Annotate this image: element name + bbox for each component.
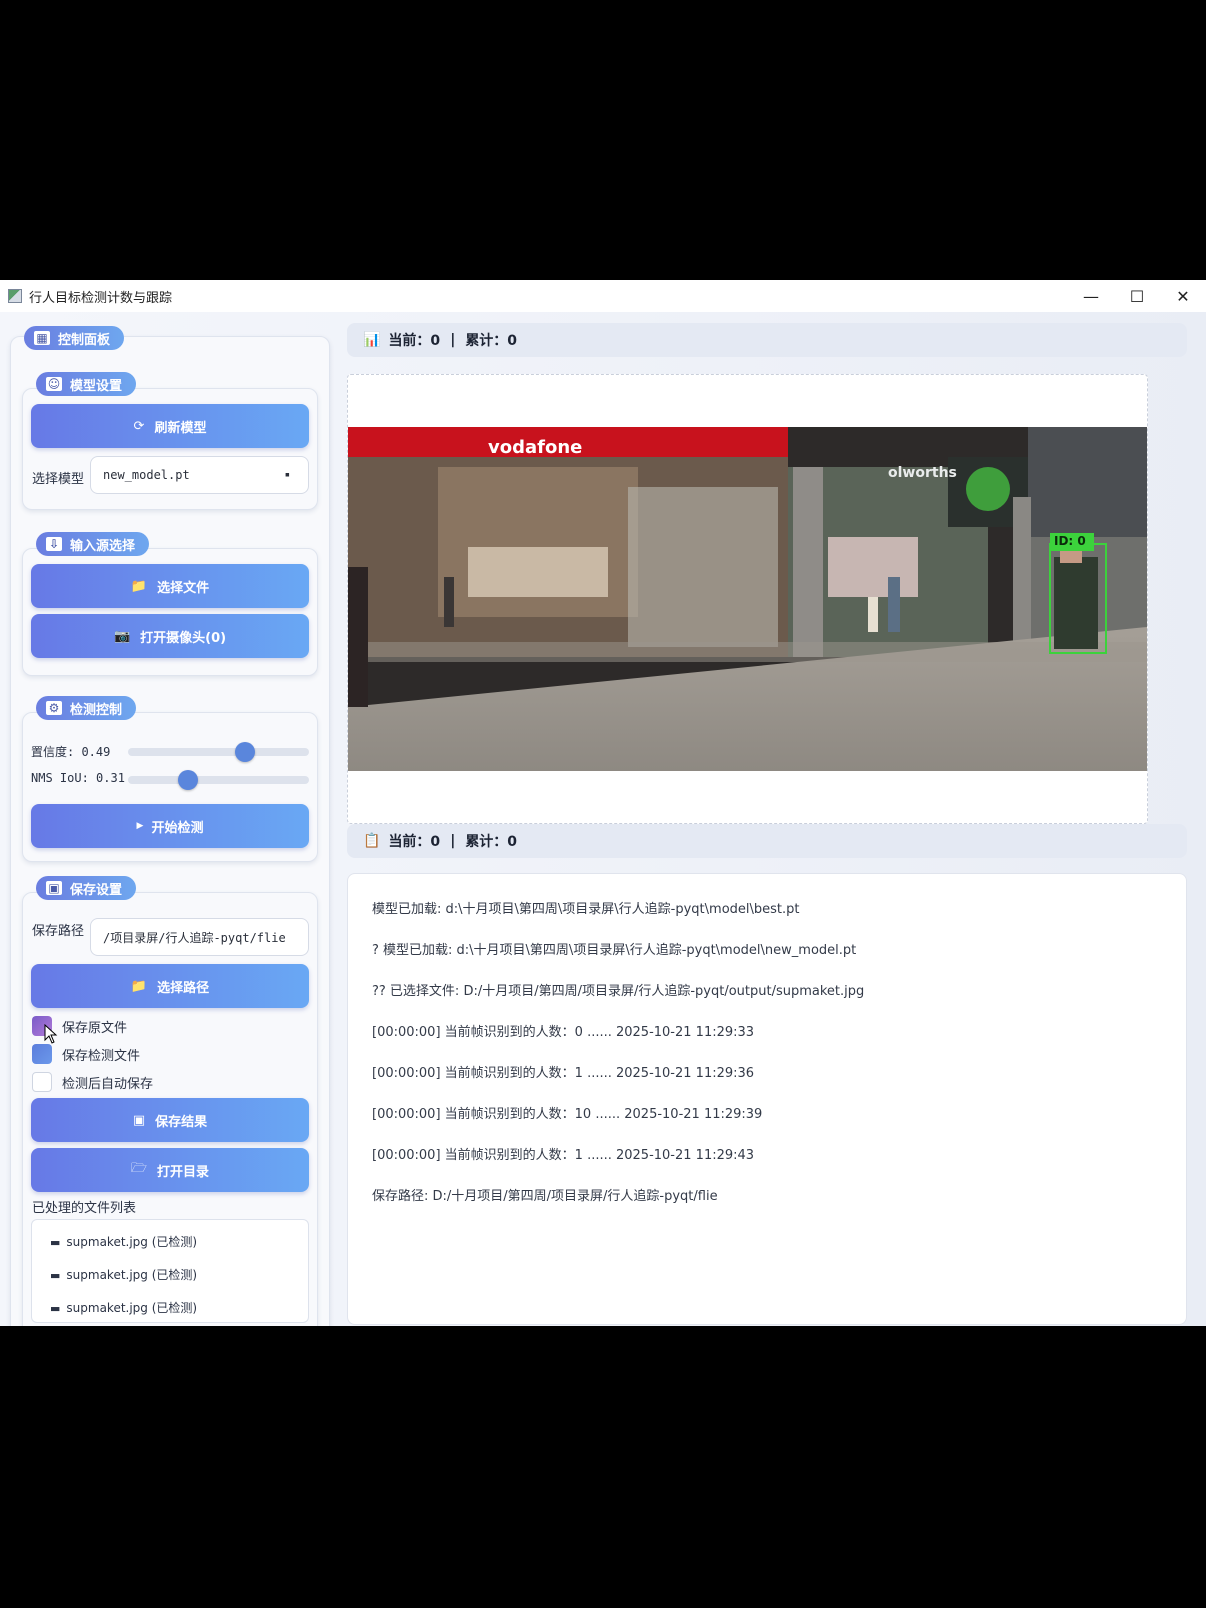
save-path-value: /项目录屏/行人追踪-pyqt/flie (103, 930, 286, 945)
log-line: [00:00:00] 当前帧识别到的人数：10 ...... 2025-10-2… (372, 1107, 763, 1122)
floppy-icon: ▣ (46, 881, 62, 895)
image-file-icon: ▬ (50, 1269, 61, 1282)
input-icon: ⇩ (46, 537, 62, 551)
refresh-model-label: 刷新模型 (154, 420, 207, 436)
control-panel-title: ▦ 控制面板 (24, 326, 125, 350)
input-source-label: 输入源选择 (70, 538, 136, 554)
log-line: ?? 已选择文件: D:/十月项目/第四周/项目录屏/行人追踪-pyqt/out… (372, 984, 865, 999)
nms-slider[interactable] (128, 776, 309, 784)
mouse-cursor-icon (44, 1024, 58, 1044)
log-line: 模型已加载: d:\十月项目\第四周\项目录屏\行人追踪-pyqt\model\… (372, 902, 800, 917)
model-settings-title: ☺ 模型设置 (36, 372, 137, 396)
select-path-label: 选择路径 (157, 980, 210, 996)
store-sign: vodafone (488, 437, 583, 458)
refresh-icon: ⟳ (133, 418, 145, 434)
video-frame: vodafone olworths ID: 0 (348, 427, 1147, 771)
stats-bar-bottom: 📋 当前：0 | 累计：0 (347, 824, 1187, 858)
open-camera-label: 打开摄像头(0) (140, 630, 227, 646)
maximize-button[interactable]: ☐ (1114, 280, 1160, 312)
auto-save-checkbox[interactable] (32, 1072, 52, 1092)
total-count: 累计：0 (465, 834, 518, 850)
save-settings-title: ▣ 保存设置 (36, 876, 137, 900)
save-path-label: 保存路径 (32, 924, 85, 939)
control-panel-label: 控制面板 (58, 332, 111, 348)
open-directory-button[interactable]: 🗁 打开目录 (31, 1148, 309, 1192)
app-icon (8, 289, 22, 303)
close-button[interactable]: ✕ (1160, 280, 1206, 312)
auto-save-label: 检测后自动保存 (62, 1077, 154, 1092)
detection-control-title: ⚙ 检测控制 (36, 696, 137, 720)
title-bar: 行人目标检测计数与跟踪 — ☐ ✕ (0, 280, 1206, 312)
save-original-label: 保存原文件 (62, 1021, 128, 1036)
save-results-button[interactable]: ▣ 保存结果 (31, 1098, 309, 1142)
start-detection-label: 开始检测 (151, 820, 204, 836)
video-scene (348, 427, 1147, 771)
play-icon: ▶ (136, 821, 144, 831)
image-file-icon: ▬ (50, 1302, 61, 1315)
select-file-label: 选择文件 (157, 580, 210, 596)
current-count: 当前：0 (388, 333, 441, 349)
window-title: 行人目标检测计数与跟踪 (29, 290, 173, 306)
open-camera-button[interactable]: 📷 打开摄像头(0) (31, 614, 309, 658)
model-select[interactable]: new_model.pt ▪ (90, 456, 309, 494)
log-line: 保存路径: D:/十月项目/第四周/项目录屏/行人追踪-pyqt/flie (372, 1189, 718, 1204)
stats-separator: | (450, 833, 456, 849)
minimize-button[interactable]: — (1068, 280, 1114, 312)
stats-separator: | (450, 332, 456, 348)
save-results-label: 保存结果 (155, 1114, 208, 1130)
file-name: supmaket.jpg (已检测) (66, 1301, 198, 1315)
dropdown-icon: ▪ (284, 470, 290, 480)
list-item[interactable]: ▬ supmaket.jpg (已检测) (50, 1266, 197, 1283)
select-path-button[interactable]: 📁 选择路径 (31, 964, 309, 1008)
list-item[interactable]: ▬ supmaket.jpg (已检测) (50, 1233, 197, 1250)
log-panel: 模型已加载: d:\十月项目\第四周\项目录屏\行人追踪-pyqt\model\… (347, 873, 1187, 1325)
nms-label: NMS IoU: 0.31 (31, 771, 125, 785)
current-count: 当前：0 (388, 834, 441, 850)
list-item[interactable]: ▬ supmaket.jpg (已检测) (50, 1299, 197, 1316)
processed-list-label: 已处理的文件列表 (32, 1201, 137, 1216)
folder-icon: 📁 (130, 978, 148, 994)
bar-chart-icon: 📊 (363, 332, 381, 348)
clipboard-icon: 📋 (363, 833, 381, 849)
nms-slider-handle[interactable] (177, 770, 198, 790)
total-count: 累计：0 (465, 333, 518, 349)
save-detection-label: 保存检测文件 (62, 1049, 141, 1064)
detection-control-label: 检测控制 (70, 702, 123, 718)
camera-icon: 📷 (113, 628, 131, 644)
gear-icon: ⚙ (46, 701, 62, 715)
processed-file-list[interactable]: ▬ supmaket.jpg (已检测) ▬ supmaket.jpg (已检测) … (31, 1219, 309, 1323)
log-line: [00:00:00] 当前帧识别到的人数：1 ...... 2025-10-21… (372, 1066, 755, 1081)
log-line: ? 模型已加载: d:\十月项目\第四周\项目录屏\行人追踪-pyqt\mode… (372, 943, 857, 958)
robot-icon: ☺ (46, 377, 62, 391)
refresh-model-button[interactable]: ⟳ 刷新模型 (31, 404, 309, 448)
save-settings-label: 保存设置 (70, 882, 123, 898)
model-settings-label: 模型设置 (70, 378, 123, 394)
confidence-slider[interactable] (128, 748, 309, 756)
file-name: supmaket.jpg (已检测) (66, 1235, 198, 1249)
select-file-button[interactable]: 📁 选择文件 (31, 564, 309, 608)
log-line: [00:00:00] 当前帧识别到的人数：0 ...... 2025-10-21… (372, 1025, 755, 1040)
folder-icon: 📁 (130, 578, 148, 594)
store-sign-2: olworths (888, 465, 957, 481)
open-folder-icon: 🗁 (130, 1161, 148, 1176)
video-display: vodafone olworths ID: 0 (347, 374, 1148, 824)
model-select-value: new_model.pt (103, 468, 190, 482)
image-file-icon: ▬ (50, 1236, 61, 1249)
input-source-title: ⇩ 输入源选择 (36, 532, 150, 556)
stats-bar-top: 📊 当前：0 | 累计：0 (347, 323, 1187, 357)
dashboard-icon: ▦ (34, 331, 50, 345)
confidence-slider-handle[interactable] (234, 742, 255, 762)
save-detection-checkbox[interactable] (32, 1044, 52, 1064)
file-name: supmaket.jpg (已检测) (66, 1268, 198, 1282)
save-path-field[interactable]: /项目录屏/行人追踪-pyqt/flie (90, 918, 309, 956)
select-model-label: 选择模型 (32, 472, 85, 487)
floppy-icon: ▣ (132, 1112, 146, 1128)
confidence-label: 置信度: 0.49 (31, 745, 111, 759)
detection-label: ID: 0 (1054, 534, 1086, 548)
log-line: [00:00:00] 当前帧识别到的人数：1 ...... 2025-10-21… (372, 1148, 755, 1163)
start-detection-button[interactable]: ▶ 开始检测 (31, 804, 309, 848)
open-directory-label: 打开目录 (157, 1164, 210, 1180)
